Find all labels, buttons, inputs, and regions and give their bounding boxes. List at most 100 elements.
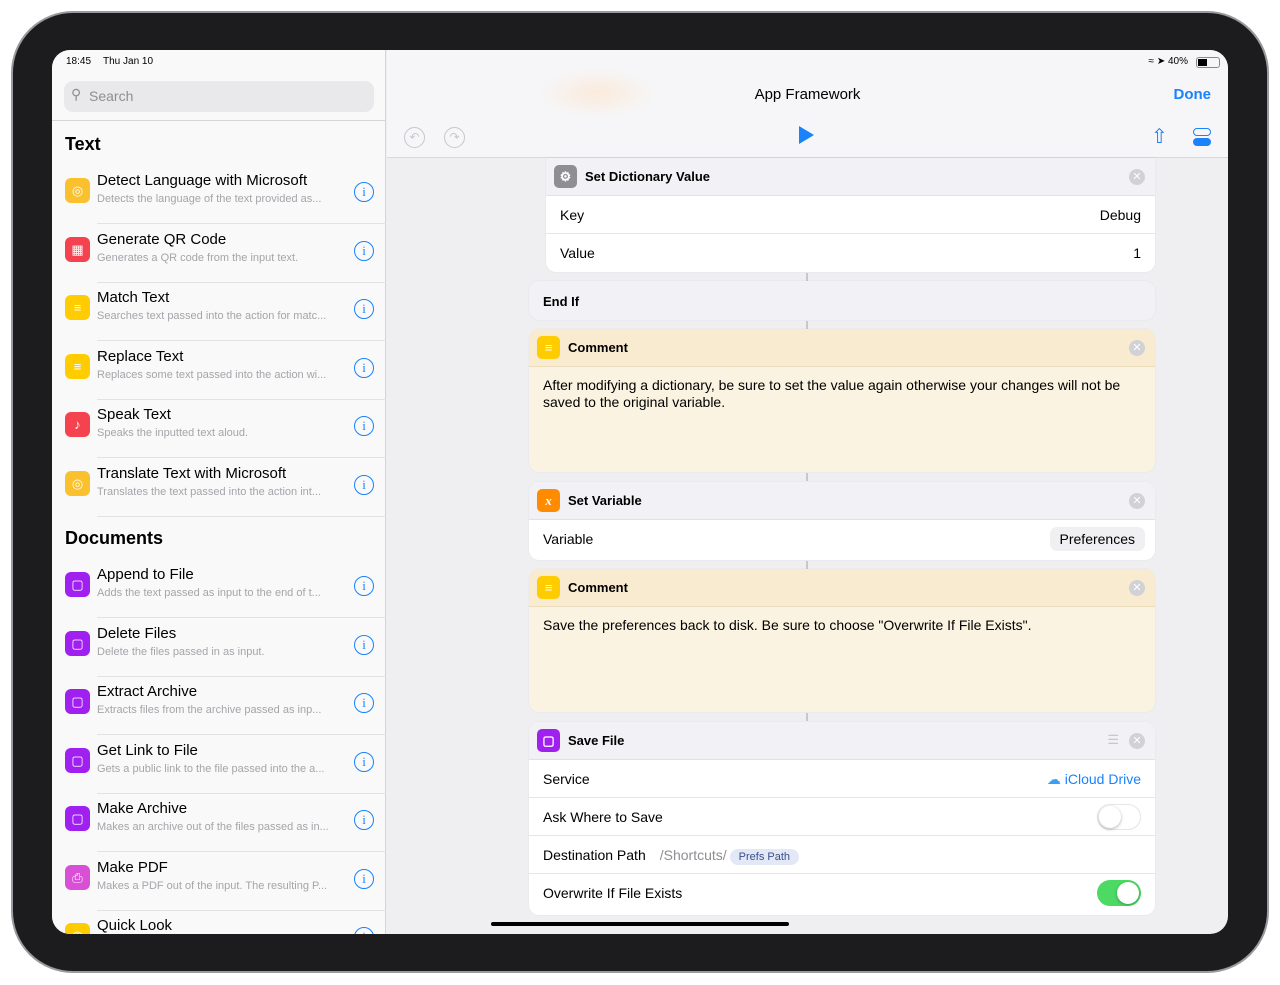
qr-code-icon: ▦ — [65, 236, 90, 262]
action-list-item[interactable]: ▢ Delete Files Delete the files passed in … — [52, 619, 386, 677]
variable-token[interactable]: Preferences — [1049, 527, 1145, 551]
action-title: Match Text — [97, 289, 170, 306]
status-time: 18:45 — [66, 56, 92, 67]
action-title: Speak Text — [97, 406, 171, 423]
ask-where-toggle[interactable] — [1097, 804, 1141, 830]
text-lines-icon: ≡ — [537, 576, 560, 599]
section-header: Documents — [65, 528, 164, 548]
play-button[interactable] — [799, 126, 814, 144]
action-description: Generates a QR code from the input text. — [97, 251, 299, 264]
search-icon: ⚲ — [71, 86, 82, 102]
info-icon[interactable]: i — [354, 693, 374, 713]
action-list-item[interactable]: ◎ Detect Language with Microsoft Detects t… — [52, 166, 386, 224]
action-end-if[interactable]: End If — [529, 281, 1155, 320]
undo-icon[interactable]: ↶ — [404, 127, 425, 148]
action-list-item[interactable]: ▢ Append to File Adds the text passed as i… — [52, 560, 386, 618]
action-description: Delete the files passed in as input. — [97, 645, 265, 658]
info-icon[interactable]: i — [354, 182, 374, 202]
value-label: Value — [560, 245, 595, 261]
action-comment[interactable]: ≡ Comment ✕ After modifying a dictionary, … — [529, 329, 1155, 472]
action-description: Makes a PDF out of the input. The result… — [97, 879, 328, 892]
action-description: Translates the text passed into the acti… — [97, 485, 321, 498]
editor: ≈ ➤ 40% App Framework Done ↶ ↷ ⇧ ⚙ Set Di… — [387, 50, 1228, 934]
action-title: Save File — [568, 733, 625, 748]
service-row[interactable]: Service ☁ iCloud Drive — [529, 760, 1155, 798]
destination-path[interactable]: /Shortcuts/ — [660, 847, 727, 863]
info-icon[interactable]: i — [354, 474, 374, 495]
prefs-path-token[interactable]: Prefs Path — [729, 849, 800, 865]
service-label: Service — [543, 771, 590, 787]
status-icons: ≈ ➤ 40% — [1148, 56, 1188, 67]
action-title: Generate QR Code — [97, 230, 227, 248]
ask-label: Ask Where to Save — [543, 809, 663, 825]
destination-label: Destination Path — [543, 847, 646, 863]
info-icon[interactable]: i — [354, 751, 374, 772]
action-list-item[interactable]: ▢ Get Link to File Gets a public link to t… — [52, 736, 386, 794]
ask-row[interactable]: Ask Where to Save — [529, 798, 1155, 836]
eye-icon: ◉ — [65, 923, 90, 934]
redo-icon[interactable]: ↷ — [444, 127, 465, 148]
key-row[interactable]: Key Debug — [546, 196, 1155, 234]
action-list-item[interactable]: ⎙ Make PDF Makes a PDF out of the input. T… — [52, 853, 386, 911]
search-input[interactable]: ⚲ Search — [64, 81, 374, 112]
variable-label: Variable — [543, 531, 594, 547]
page-title: App Framework — [754, 86, 861, 103]
comment-text[interactable]: Save the preferences back to disk. Be su… — [529, 607, 1155, 644]
action-set-variable[interactable]: x Set Variable ✕ Variable Preferences — [529, 482, 1155, 560]
info-icon[interactable]: i — [354, 927, 374, 934]
settings-toggle-icon[interactable] — [1193, 128, 1211, 147]
settings-toggle-icon[interactable]: ☰ — [1107, 732, 1119, 748]
remove-action-icon[interactable]: ✕ — [1129, 169, 1145, 185]
info-icon[interactable]: i — [354, 240, 374, 261]
comment-text[interactable]: After modifying a dictionary, be sure to… — [529, 367, 1155, 421]
info-icon[interactable]: i — [354, 868, 374, 889]
action-description: Adds the text passed as input to the end… — [97, 587, 321, 599]
overwrite-row[interactable]: Overwrite If File Exists — [529, 874, 1155, 912]
remove-action-icon[interactable]: ✕ — [1129, 493, 1145, 509]
value-value[interactable]: 1 — [1133, 245, 1141, 261]
action-list-item[interactable]: ▢ Make Archive Makes an archive out of the… — [52, 794, 386, 852]
action-comment[interactable]: ≡ Comment ✕ Save the preferences back to d… — [529, 569, 1155, 712]
remove-action-icon[interactable]: ✕ — [1129, 733, 1145, 749]
document-icon: ▢ — [65, 747, 90, 773]
value-row[interactable]: Value 1 — [546, 234, 1155, 272]
action-list-item[interactable]: ♪ Speak Text Speaks the inputted text alou… — [52, 400, 386, 458]
service-value[interactable]: iCloud Drive — [1065, 771, 1141, 787]
action-list-item[interactable]: ≡ Replace Text Replaces some text passed i… — [52, 342, 386, 400]
overwrite-toggle[interactable] — [1097, 880, 1141, 906]
document-icon: ▢ — [65, 689, 90, 714]
action-description: Makes an archive out of the files passed… — [97, 821, 329, 833]
action-list-item[interactable]: ▢ Extract Archive Extracts files from the … — [52, 677, 386, 735]
action-list-item[interactable]: ◎ Translate Text with Microsoft Translates… — [52, 459, 386, 517]
share-icon[interactable]: ⇧ — [1151, 124, 1168, 149]
section-header: Text — [65, 134, 101, 154]
divider — [97, 515, 386, 517]
action-description: Searches text passed into the action for… — [97, 310, 327, 322]
action-title: Detect Language with Microsoft — [97, 172, 308, 189]
info-icon[interactable]: i — [354, 416, 374, 436]
variable-icon: x — [537, 489, 560, 512]
info-icon[interactable]: i — [354, 634, 374, 655]
text-lines-icon: ≡ — [537, 336, 560, 359]
action-list-item[interactable]: ▦ Generate QR Code Generates a QR code fro… — [52, 225, 386, 283]
info-icon[interactable]: i — [354, 299, 374, 319]
info-icon[interactable]: i — [354, 576, 374, 596]
battery-icon — [1196, 57, 1220, 68]
battery-percent: 40% — [1167, 56, 1188, 67]
remove-action-icon[interactable]: ✕ — [1129, 580, 1145, 596]
info-icon[interactable]: i — [354, 357, 374, 378]
action-set-dictionary-value[interactable]: ⚙ Set Dictionary Value ✕ Key Debug Value 1 — [546, 158, 1155, 272]
action-title: Make Archive — [97, 800, 188, 817]
done-button[interactable]: Done — [1174, 86, 1212, 103]
action-list-item[interactable]: ◉Quick LookDisplays a preview of the inp… — [52, 911, 386, 934]
action-list-item[interactable]: ≡ Match Text Searches text passed into the… — [52, 283, 386, 341]
action-save-file[interactable]: ▢ Save File ☰ ✕ Service ☁ iCloud Drive Ask W… — [529, 722, 1155, 915]
info-icon[interactable]: i — [354, 810, 374, 830]
remove-action-icon[interactable]: ✕ — [1129, 340, 1145, 356]
key-value[interactable]: Debug — [1100, 207, 1141, 223]
destination-row[interactable]: Destination Path/Shortcuts/Prefs Path — [529, 836, 1155, 874]
home-indicator — [491, 922, 789, 926]
text-lines-icon: ≡ — [65, 295, 90, 320]
action-description: Detects the language of the text provide… — [97, 193, 322, 205]
search-placeholder: Search — [89, 88, 134, 104]
